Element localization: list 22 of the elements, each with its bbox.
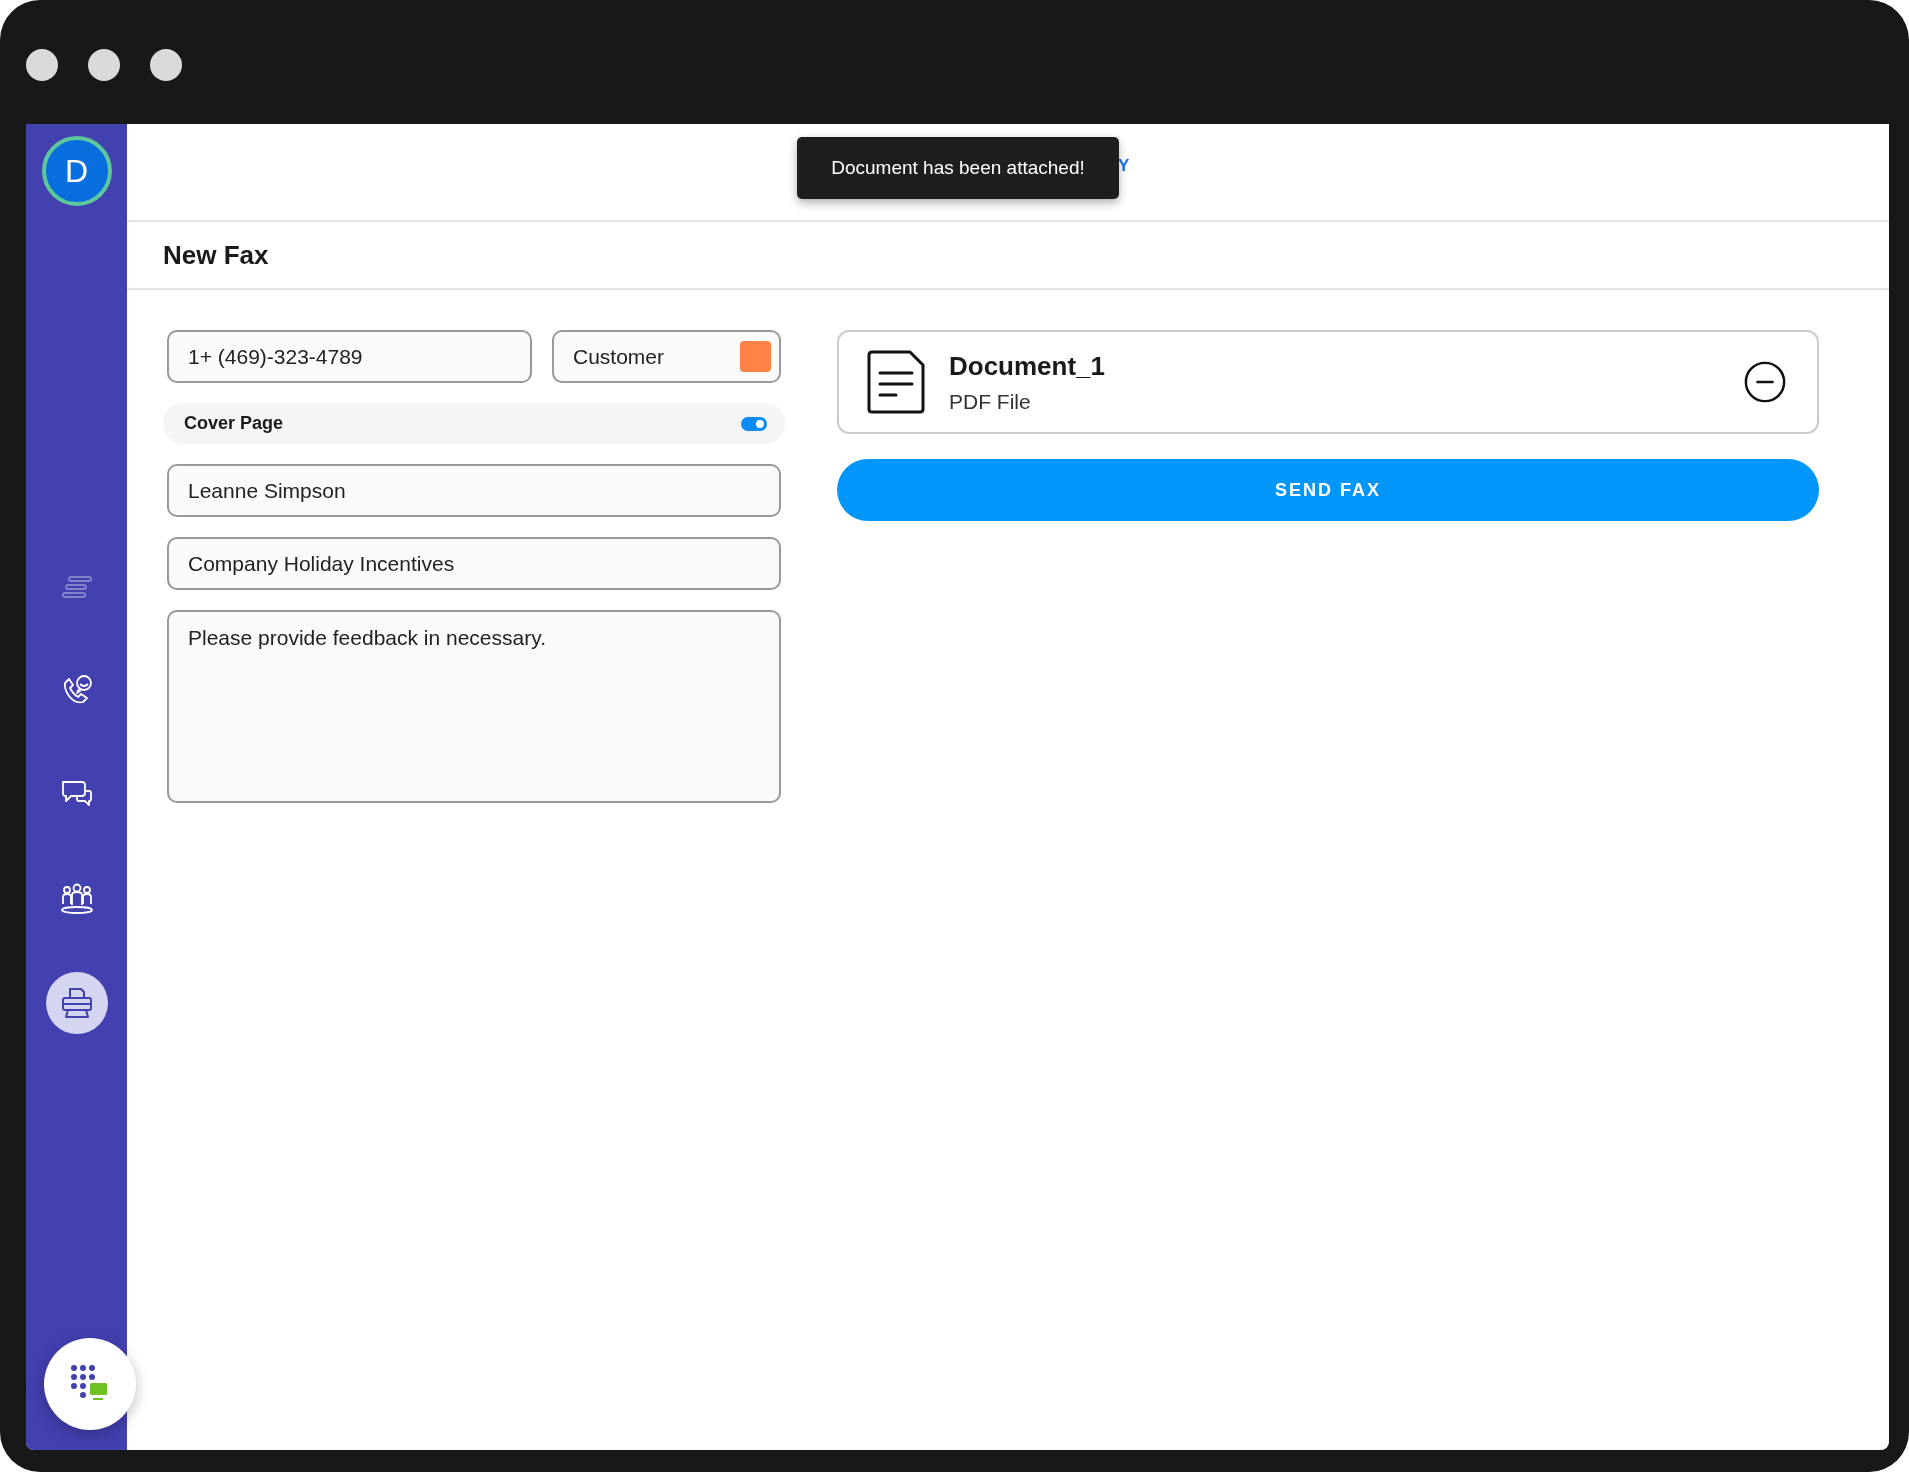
toast-message: Document has been attached! <box>797 137 1119 199</box>
message-field[interactable]: Please provide feedback in necessary. <box>167 610 781 803</box>
fax-number-field[interactable]: 1+ (469)-323-4789 <box>167 330 532 383</box>
contact-type-field[interactable]: Customer <box>552 330 781 383</box>
lines-icon <box>59 575 94 599</box>
cover-page-label: Cover Page <box>184 413 284 434</box>
cover-page-toggle[interactable] <box>741 416 767 431</box>
page-title: New Fax <box>163 239 269 271</box>
subject-field[interactable]: Company Holiday Incentives <box>167 537 781 590</box>
document-name: Document_1 <box>949 350 1107 382</box>
printer-icon <box>59 986 94 1020</box>
window-control-button[interactable] <box>150 49 182 81</box>
header-text: Y <box>1118 156 1130 176</box>
group-icon <box>59 882 94 916</box>
window-control-button[interactable] <box>88 49 120 81</box>
window-control-button[interactable] <box>26 49 58 81</box>
remove-icon[interactable] <box>1743 360 1787 404</box>
document-icon <box>865 349 927 415</box>
user-avatar[interactable]: D <box>41 136 112 206</box>
contact-type-text: Customer <box>573 344 665 369</box>
document-type: PDF File <box>949 389 1032 414</box>
recipient-field[interactable]: Leanne Simpson <box>167 464 781 517</box>
